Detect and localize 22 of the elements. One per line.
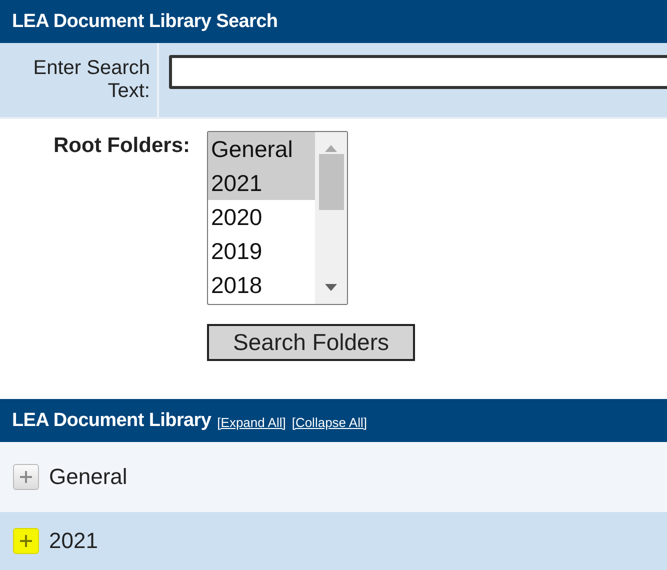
folder-name: General xyxy=(49,464,128,490)
expand-button[interactable] xyxy=(13,464,39,490)
folder-listbox[interactable]: General 2021 2020 2019 2018 xyxy=(207,131,348,305)
folder-option[interactable]: 2021 xyxy=(208,166,315,200)
scroll-up-icon[interactable] xyxy=(325,144,337,152)
header-link[interactable]: [Collapse All] xyxy=(292,414,367,430)
panel-title: LEA Document Library Search xyxy=(12,10,278,32)
search-folders-button[interactable]: Search Folders xyxy=(207,324,415,361)
expand-button[interactable] xyxy=(13,528,39,554)
library-title: LEA Document Library xyxy=(12,410,212,432)
tree-row[interactable]: 2021 xyxy=(0,512,667,570)
root-folders-label: Root Folders: xyxy=(52,133,190,158)
plus-icon xyxy=(19,534,33,548)
search-label: Enter Search Text: xyxy=(32,57,150,103)
tree-row[interactable]: General xyxy=(0,442,667,512)
search-field[interactable] xyxy=(169,55,667,89)
header-link[interactable]: [Expand All] xyxy=(217,414,286,430)
scroll-down-icon[interactable] xyxy=(325,284,337,292)
folder-name: 2021 xyxy=(49,528,98,554)
plus-icon xyxy=(19,470,33,484)
scrollbar[interactable] xyxy=(315,132,347,304)
folder-option[interactable]: General xyxy=(208,132,315,166)
